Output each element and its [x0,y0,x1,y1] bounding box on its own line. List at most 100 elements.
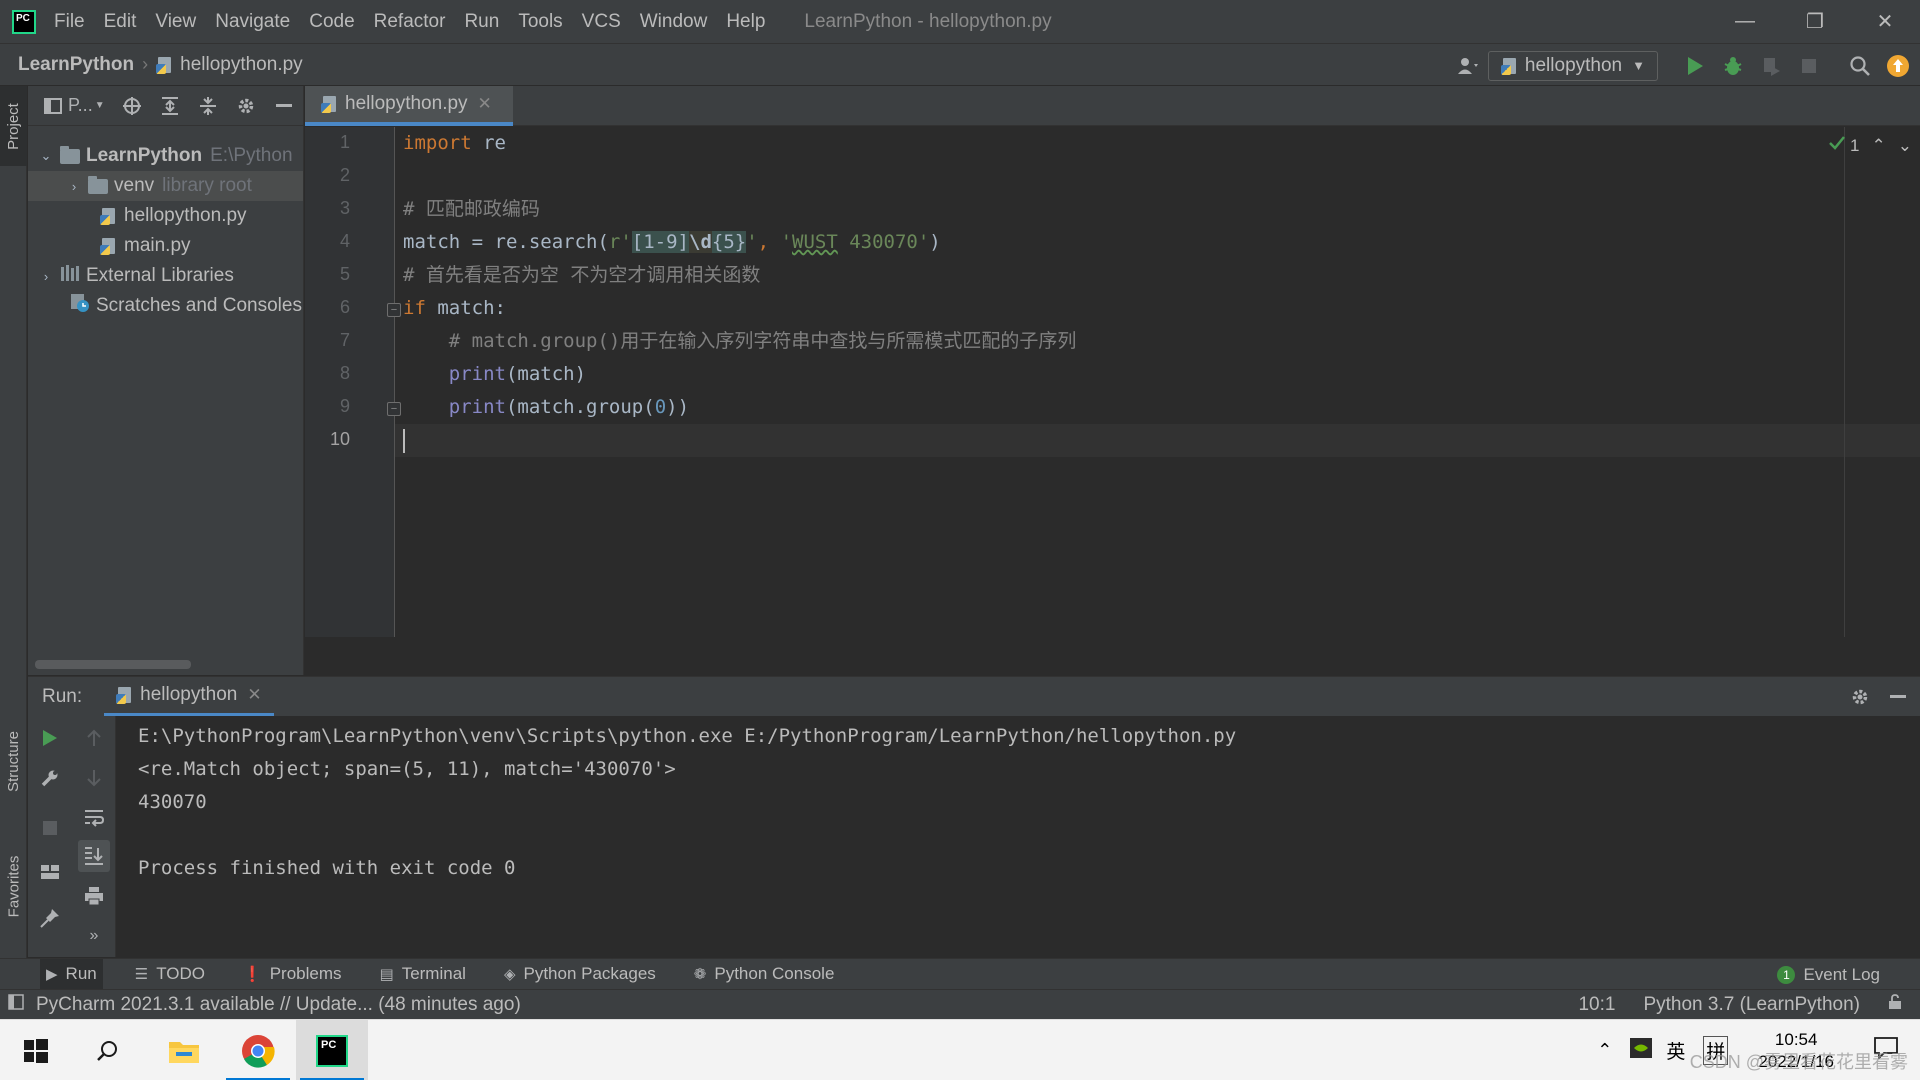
restore-icon[interactable]: ❐ [1780,0,1850,43]
menu-refactor[interactable]: Refactor [374,11,446,33]
arrow-up-icon[interactable] [78,722,110,754]
tree-item-scratches[interactable]: Scratches and Consoles [28,291,303,321]
tool-window-python-packages[interactable]: ◈ Python Packages [498,959,662,990]
user-icon[interactable] [1451,48,1487,84]
chevron-down-icon[interactable]: ⌄ [1898,136,1912,156]
pycharm-logo-icon[interactable]: PC [12,9,36,34]
pin-icon[interactable] [34,902,66,934]
run-icon[interactable] [1677,48,1713,84]
tab-hellopython[interactable]: hellopython.py ✕ [305,86,513,126]
hide-panel-icon[interactable] [265,91,303,121]
tool-window-problems[interactable]: ❗ Problems [237,959,348,990]
python-file-icon [100,207,118,225]
project-tool-tab[interactable]: Project [0,86,27,166]
stop-icon[interactable] [1791,48,1827,84]
pycharm-taskbar-icon[interactable]: PC [296,1020,368,1080]
ime-language[interactable]: 英 [1666,1037,1685,1064]
print-icon[interactable] [78,880,110,912]
tool-window-run[interactable]: ▶ Run [40,958,103,990]
menu-help[interactable]: Help [726,11,765,33]
breadcrumb-project[interactable]: LearnPython [18,54,134,76]
horizontal-scrollbar[interactable] [35,660,191,669]
chevron-up-icon[interactable]: ⌃ [1597,1040,1612,1061]
minimize-icon[interactable]: — [1710,0,1780,43]
breadcrumb-file[interactable]: hellopython.py [180,54,303,76]
search-icon[interactable] [72,1020,144,1080]
start-icon[interactable] [0,1020,72,1080]
tree-item-label: External Libraries [86,265,234,286]
menu-file[interactable]: File [54,11,85,33]
menu-tools[interactable]: Tools [518,11,562,33]
tool-window-terminal[interactable]: ▤ Terminal [374,959,472,990]
inspection-widget[interactable]: 1 ⌃ ⌄ [1828,135,1912,156]
collapse-all-icon[interactable] [189,91,227,121]
more-actions-icon[interactable]: » [78,920,110,952]
close-icon[interactable]: ✕ [1850,0,1920,43]
layout-icon[interactable] [34,856,66,888]
tab-label: hellopython.py [345,93,468,114]
gear-icon[interactable] [1842,679,1878,715]
code-line-4: match = re.search(r'[1-9]\d{5}', 'WUST 4… [403,231,941,253]
caret-position[interactable]: 10:1 [1578,994,1615,1016]
menu-window[interactable]: Window [640,11,708,33]
tree-item-external-libraries[interactable]: › External Libraries [28,261,303,291]
hide-panel-icon[interactable] [1880,679,1916,715]
menu-vcs[interactable]: VCS [582,11,621,33]
fold-icon[interactable]: − [387,402,401,416]
stop-icon[interactable] [34,812,66,844]
chevron-down-icon: ▼ [1632,58,1645,73]
menu-code[interactable]: Code [309,11,354,33]
chevron-down-icon[interactable]: ⌄ [38,148,54,164]
menu-navigate[interactable]: Navigate [215,11,290,33]
search-icon[interactable] [1842,48,1878,84]
run-panel-header: Run: hellopython ✕ [28,676,1920,717]
close-tab-icon[interactable]: ✕ [478,94,492,114]
code-editor[interactable]: 1 2 3 4 5 6 7 8 9 10 − − import re # 匹配邮… [305,127,1920,675]
chrome-icon[interactable] [222,1020,294,1080]
soft-wrap-icon[interactable] [78,802,110,834]
console-output[interactable]: E:\PythonProgram\LearnPython\venv\Script… [138,720,1236,885]
menu-view[interactable]: View [155,11,196,33]
menu-edit[interactable]: Edit [104,11,137,33]
status-message[interactable]: PyCharm 2021.3.1 available // Update... … [36,994,521,1016]
chevron-up-icon[interactable]: ⌃ [1872,136,1886,156]
line-number: 8 [339,363,350,383]
update-icon[interactable] [1880,48,1916,84]
arrow-down-icon[interactable] [78,762,110,794]
menu-run[interactable]: Run [464,11,499,33]
tool-window-bar: ▶ Run ☰ TODO ❗ Problems ▤ Terminal ◈ Pyt… [0,958,1920,990]
nvidia-icon[interactable] [1630,1037,1653,1064]
tool-window-todo[interactable]: ☰ TODO [129,959,211,990]
tool-window-python-console[interactable]: ❁ Python Console [688,959,841,990]
structure-tool-tab[interactable]: Structure [0,706,27,816]
tool-window-label: Run [65,964,97,983]
tree-item-label: Scratches and Consoles [96,295,302,316]
tree-item-venv[interactable]: › venv library root [28,171,303,201]
expand-all-icon[interactable] [151,91,189,121]
tool-window-event-log[interactable]: 1 Event Log [1777,959,1880,990]
panel-toggle-icon[interactable] [8,993,24,1016]
project-view-select[interactable]: P... ▼ [44,91,113,121]
close-tab-icon[interactable]: ✕ [247,685,261,705]
interpreter-selector[interactable]: Python 3.7 (LearnPython) [1643,994,1860,1016]
locate-icon[interactable] [113,91,151,121]
line-number: 1 [339,132,350,152]
run-configuration-select[interactable]: hellopython ▼ [1487,50,1658,81]
gear-icon[interactable] [227,91,265,121]
tree-item-main[interactable]: main.py [28,231,303,261]
run-tab-hellopython[interactable]: hellopython ✕ [104,676,274,717]
tree-item-learnpython[interactable]: ⌄ LearnPython E:\Python [28,141,303,171]
coverage-icon[interactable] [1753,48,1789,84]
rerun-icon[interactable] [34,722,66,754]
favorites-tool-tab[interactable]: Favorites [0,831,27,941]
chevron-right-icon[interactable]: › [66,179,82,194]
python-file-icon [156,56,174,74]
wrench-icon[interactable] [34,762,66,794]
fold-icon[interactable]: − [387,303,401,317]
tree-item-hellopython[interactable]: hellopython.py [28,201,303,231]
chevron-right-icon[interactable]: › [38,269,54,284]
debug-icon[interactable] [1715,48,1751,84]
file-explorer-icon[interactable] [148,1020,220,1080]
lock-icon[interactable] [1888,994,1902,1016]
scroll-to-end-icon[interactable] [78,840,110,872]
